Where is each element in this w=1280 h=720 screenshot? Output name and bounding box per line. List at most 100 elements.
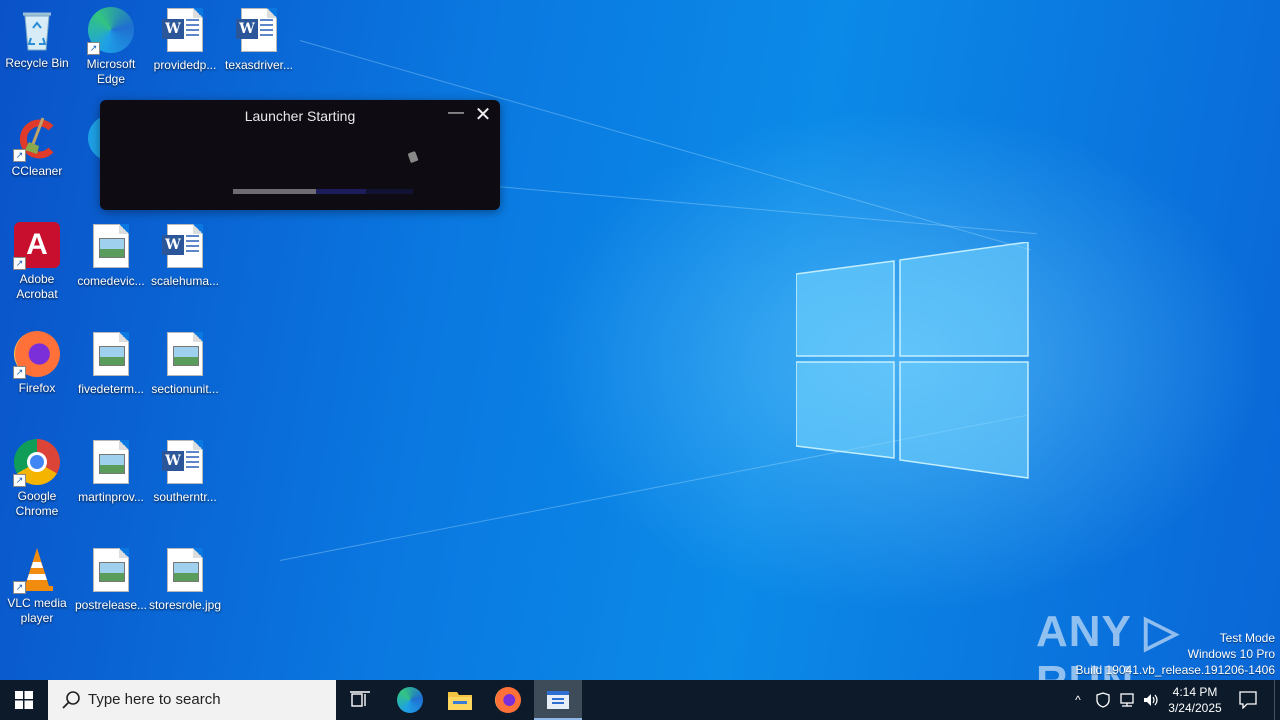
task-view-button[interactable] [336, 680, 384, 720]
image-file-icon [161, 548, 209, 596]
firefox-icon [495, 687, 521, 713]
task-view-icon [350, 691, 370, 707]
shortcut-arrow-icon: ↗ [13, 366, 26, 379]
shortcut-arrow-icon: ↗ [13, 474, 26, 487]
desktop-icon-recycle-bin[interactable]: Recycle Bin [0, 6, 74, 71]
desktop-icon-southerntr[interactable]: W southerntr... [148, 438, 222, 505]
launcher-window[interactable]: Launcher Starting — ✕ [100, 100, 500, 210]
edge-icon: ↗ [87, 7, 135, 55]
tray-network-icon[interactable] [1116, 680, 1138, 720]
network-icon [1120, 693, 1134, 707]
tray-security-icon[interactable] [1092, 680, 1114, 720]
desktop-icon-label: martinprov... [78, 490, 144, 504]
desktop-icon-label: comedevic... [77, 274, 145, 288]
taskbar-edge-button[interactable] [386, 680, 434, 720]
shield-icon [1096, 692, 1110, 708]
close-button[interactable]: ✕ [472, 104, 494, 126]
shortcut-arrow-icon: ↗ [13, 149, 26, 162]
desktop-icon-label: sectionunit... [151, 382, 219, 396]
word-document-icon: W [235, 8, 283, 56]
clock-time: 4:14 PM [1172, 685, 1218, 699]
image-file-icon [87, 332, 135, 380]
desktop-icon-texasdriver[interactable]: W texasdriver... [222, 6, 296, 73]
desktop-icon-label: southerntr... [153, 490, 217, 504]
windows-start-icon [15, 691, 33, 709]
taskbar-clock[interactable]: 4:14 PM 3/24/2025 [1162, 680, 1228, 720]
build-label: Build 19041.vb_release.191206-1406 [1075, 663, 1276, 677]
search-placeholder: Type here to search [88, 691, 221, 708]
tray-volume-icon[interactable] [1140, 680, 1162, 720]
desktop-icon-label: VLC media player [7, 596, 67, 625]
show-desktop-button[interactable] [1274, 680, 1280, 720]
desktop-icon-label: fivedeterm... [77, 382, 145, 396]
word-document-icon: W [161, 440, 209, 488]
adobe-acrobat-icon: A ↗ [13, 222, 61, 270]
taskbar-file-explorer-button[interactable] [436, 680, 484, 720]
desktop-icon-label: scalehuma... [150, 274, 220, 288]
image-file-icon [87, 440, 135, 488]
desktop-icon-martinprov[interactable]: martinprov... [74, 438, 148, 505]
shortcut-arrow-icon: ↗ [13, 581, 26, 594]
search-icon [62, 691, 80, 709]
desktop-icon-label: Recycle Bin [5, 56, 69, 70]
clock-date: 3/24/2025 [1168, 701, 1222, 715]
desktop-icon-google-chrome[interactable]: ↗ Google Chrome [0, 438, 74, 519]
desktop-background: Recycle Bin ↗ CCleaner A ↗ Adobe Acrobat… [0, 0, 1280, 680]
desktop-icon-comedevic[interactable]: comedevic... [74, 222, 148, 289]
chrome-icon: ↗ [13, 439, 61, 487]
loading-spinner-icon [407, 150, 419, 164]
desktop-icon-microsoft-edge[interactable]: ↗ Microsoft Edge [74, 6, 148, 87]
desktop-icon-label: texasdriver... [224, 58, 294, 72]
desktop-icon-label: postrelease... [74, 598, 148, 612]
desktop-icon-vlc[interactable]: ↗ VLC media player [0, 546, 74, 626]
recycle-bin-icon [13, 6, 61, 54]
desktop-icon-providedp[interactable]: W providedp... [148, 6, 222, 73]
desktop-icon-label: storesrole.jpg [148, 598, 222, 612]
launcher-app-icon [547, 691, 569, 709]
progress-bar-fill [233, 189, 316, 194]
speaker-icon [1144, 694, 1158, 706]
test-mode-label: Test Mode [1219, 631, 1275, 645]
image-file-icon [161, 332, 209, 380]
taskbar: Type here to search ^ 4:14 PM 3/24/2025 [0, 680, 1280, 720]
desktop-icon-fivedeterm[interactable]: fivedeterm... [74, 330, 148, 397]
progress-bar-segment [316, 189, 366, 194]
launcher-title: Launcher Starting [244, 108, 356, 124]
desktop-icon-label: Adobe Acrobat [16, 272, 58, 301]
desktop-icon-label: Firefox [18, 381, 56, 395]
desktop-icon-storesrole[interactable]: storesrole.jpg [148, 546, 222, 613]
desktop-icon-ccleaner[interactable]: ↗ CCleaner [0, 114, 74, 179]
taskbar-search-box[interactable]: Type here to search [48, 680, 336, 720]
desktop-icon-label: Google Chrome [15, 489, 59, 518]
test-mode-info: Test Mode Windows 10 Pro Build 19041.vb_… [1076, 630, 1276, 678]
image-file-icon [87, 224, 135, 272]
desktop-icon-scalehuma[interactable]: W scalehuma... [148, 222, 222, 289]
desktop-icon-postrelease[interactable]: postrelease... [74, 546, 148, 613]
chevron-up-icon: ^ [1075, 693, 1081, 707]
progress-bar [233, 189, 413, 194]
firefox-icon: ↗ [13, 331, 61, 379]
folder-icon [448, 692, 472, 710]
start-button[interactable] [0, 680, 48, 720]
desktop-icon-firefox[interactable]: ↗ Firefox [0, 330, 74, 396]
word-document-icon: W [161, 224, 209, 272]
desktop-icon-adobe-acrobat[interactable]: A ↗ Adobe Acrobat [0, 222, 74, 302]
taskbar-firefox-button[interactable] [484, 680, 532, 720]
vlc-cone-icon: ↗ [13, 546, 61, 594]
windows-edition-label: Windows 10 Pro [1187, 647, 1275, 661]
show-hidden-icons-button[interactable]: ^ [1068, 680, 1088, 720]
taskbar-launcher-button[interactable] [534, 680, 582, 720]
word-document-icon: W [161, 8, 209, 56]
edge-icon [397, 687, 423, 713]
action-center-button[interactable] [1234, 680, 1262, 720]
shortcut-arrow-icon: ↗ [87, 42, 100, 55]
minimize-button[interactable]: — [446, 105, 466, 126]
image-file-icon [87, 548, 135, 596]
ccleaner-icon: ↗ [13, 114, 61, 162]
desktop-icon-label: providedp... [153, 58, 217, 72]
desktop-icon-label: Microsoft Edge [86, 57, 136, 86]
desktop-icon-sectionunit[interactable]: sectionunit... [148, 330, 222, 397]
desktop-icon-label: CCleaner [11, 164, 63, 178]
notification-icon [1239, 691, 1257, 709]
windows-logo [796, 242, 1029, 479]
